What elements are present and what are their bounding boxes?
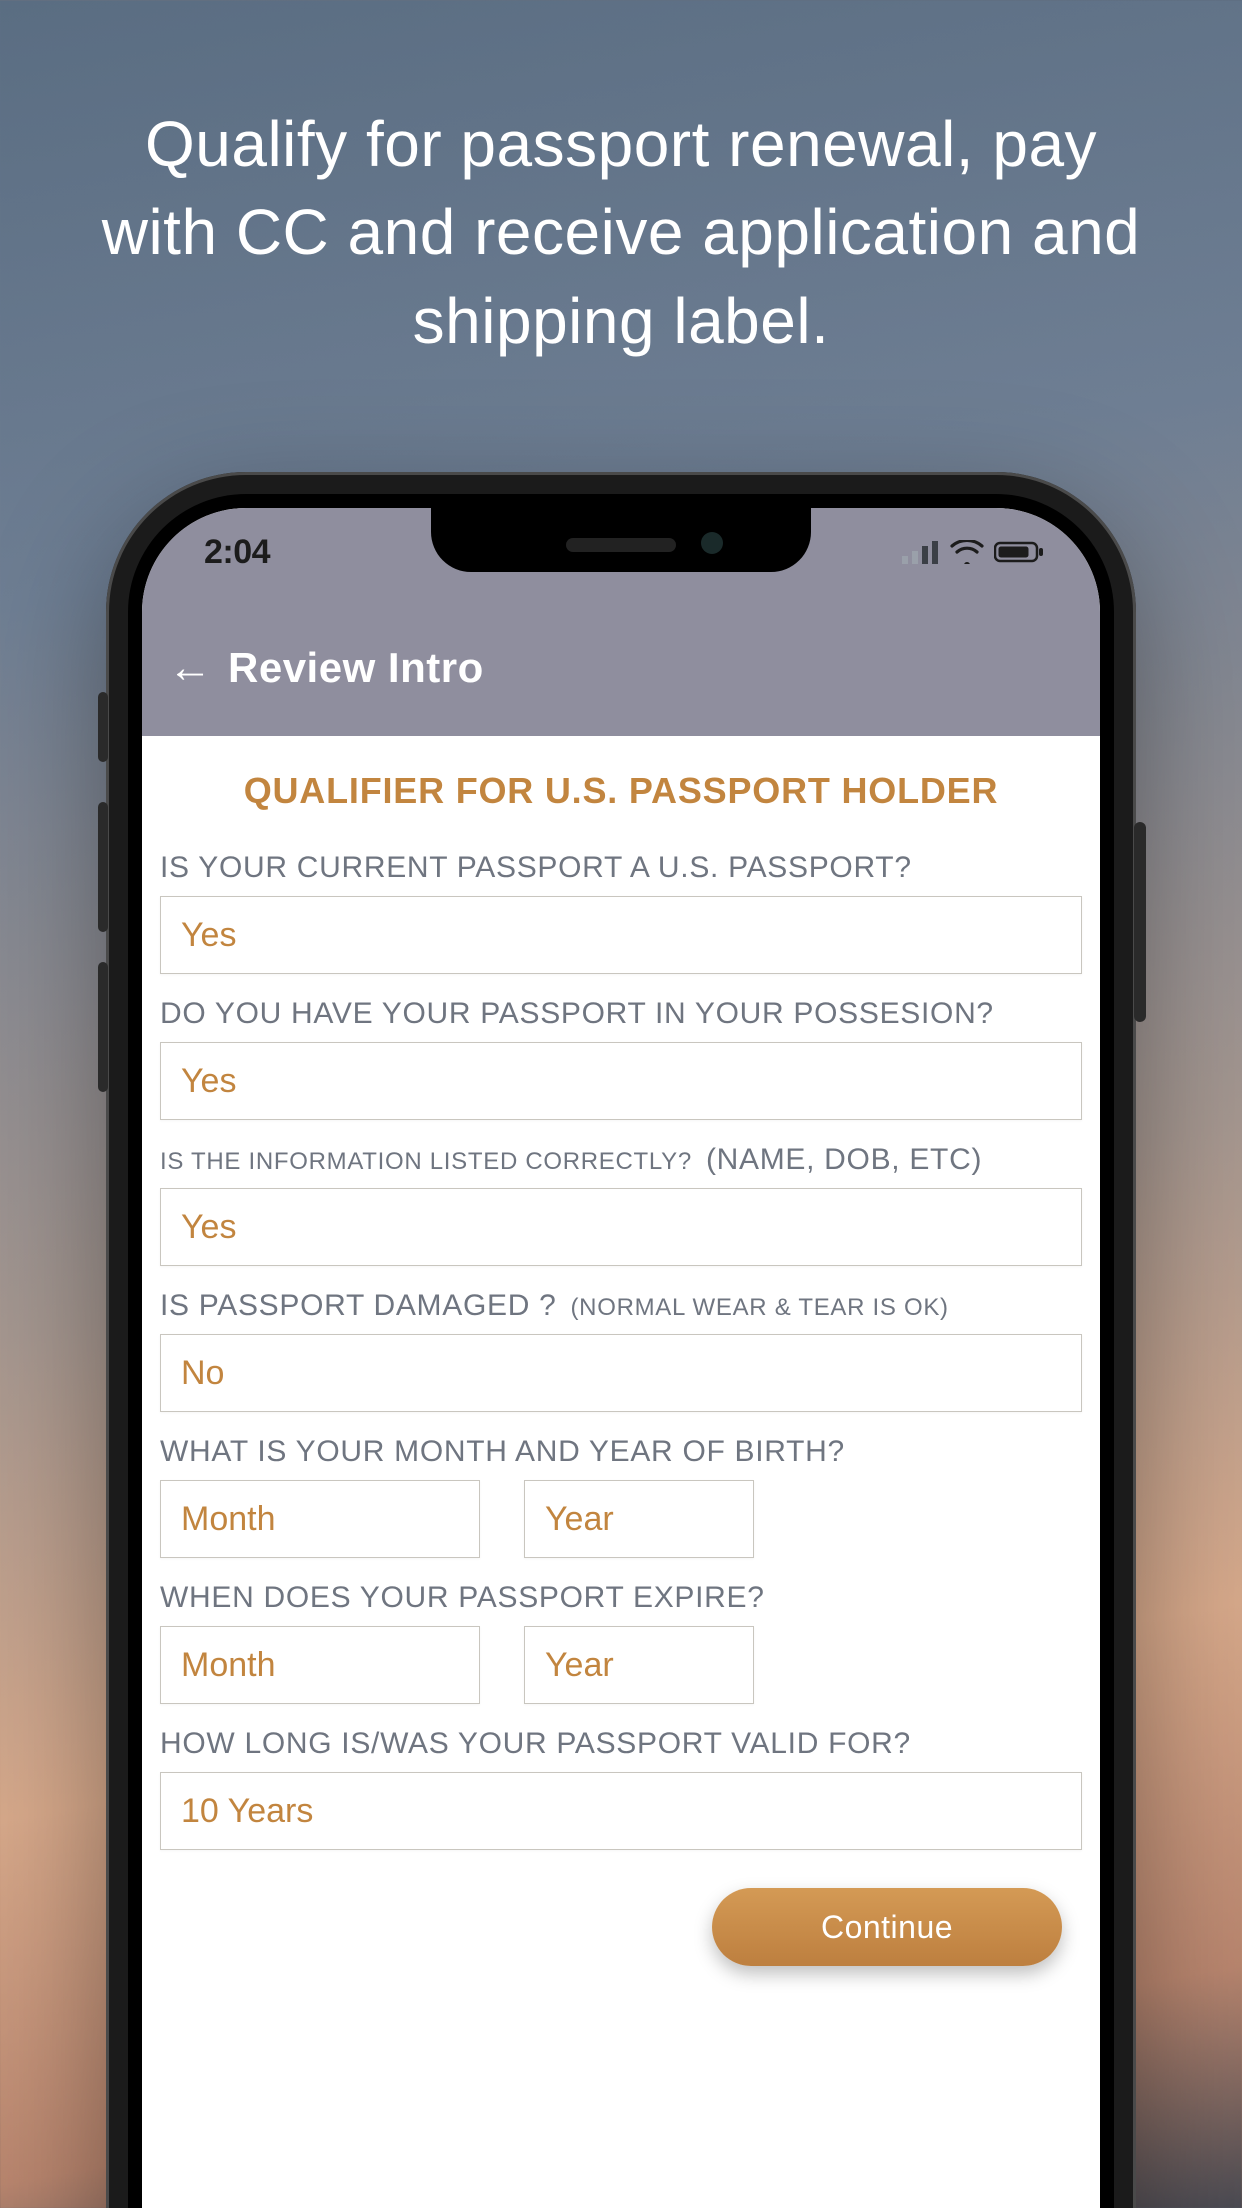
continue-button[interactable]: Continue bbox=[712, 1888, 1062, 1966]
q5-year-select[interactable]: Year bbox=[524, 1480, 754, 1558]
phone-frame: 2:04 bbox=[106, 472, 1136, 2208]
q7-select[interactable]: 10 Years bbox=[160, 1772, 1082, 1850]
wifi-icon bbox=[950, 540, 984, 564]
q3-label: IS THE INFORMATION LISTED CORRECTLY? (NA… bbox=[160, 1142, 1082, 1178]
battery-icon bbox=[994, 540, 1044, 564]
q6-label: WHEN DOES YOUR PASSPORT EXPIRE? bbox=[160, 1580, 1082, 1616]
status-bar: 2:04 bbox=[142, 508, 1100, 596]
form-content: QUALIFIER FOR U.S. PASSPORT HOLDER IS YO… bbox=[142, 736, 1100, 2208]
phone-screen: 2:04 bbox=[142, 508, 1100, 2208]
q6-month-select[interactable]: Month bbox=[160, 1626, 480, 1704]
phone-power-button bbox=[1134, 822, 1146, 1022]
q1-label: IS YOUR CURRENT PASSPORT A U.S. PASSPORT… bbox=[160, 850, 1082, 886]
q1-select[interactable]: Yes bbox=[160, 896, 1082, 974]
q4-label: IS PASSPORT DAMAGED ? (NORMAL WEAR & TEA… bbox=[160, 1288, 1082, 1324]
status-time: 2:04 bbox=[204, 533, 270, 572]
back-arrow-icon[interactable]: ← bbox=[168, 646, 212, 690]
cellular-icon bbox=[902, 540, 940, 564]
q3-select[interactable]: Yes bbox=[160, 1188, 1082, 1266]
q2-select[interactable]: Yes bbox=[160, 1042, 1082, 1120]
page-heading: QUALIFIER FOR U.S. PASSPORT HOLDER bbox=[160, 770, 1082, 812]
q5-month-select[interactable]: Month bbox=[160, 1480, 480, 1558]
q4-select[interactable]: No bbox=[160, 1334, 1082, 1412]
phone-volume-down bbox=[98, 962, 108, 1092]
phone-mute-switch bbox=[98, 692, 108, 762]
nav-title[interactable]: Review Intro bbox=[228, 644, 484, 692]
q2-label: DO YOU HAVE YOUR PASSPORT IN YOUR POSSES… bbox=[160, 996, 1082, 1032]
q5-label: WHAT IS YOUR MONTH AND YEAR OF BIRTH? bbox=[160, 1434, 1082, 1470]
q6-year-select[interactable]: Year bbox=[524, 1626, 754, 1704]
promo-headline: Qualify for passport renewal, pay with C… bbox=[0, 100, 1242, 365]
q7-label: HOW LONG IS/WAS YOUR PASSPORT VALID FOR? bbox=[160, 1726, 1082, 1762]
phone-volume-up bbox=[98, 802, 108, 932]
